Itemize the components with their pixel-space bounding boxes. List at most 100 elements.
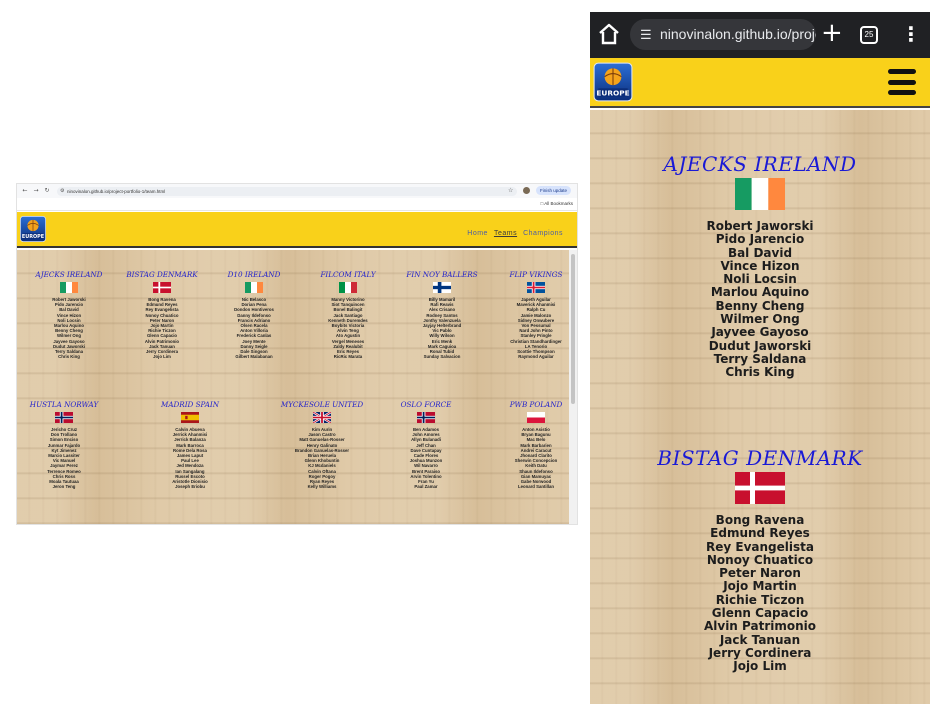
mobile-site-header: EUROPE xyxy=(590,58,930,108)
mobile-browser-toolbar: ☰ ninovinalon.github.io/projec + 25 ⋮ xyxy=(590,12,930,58)
team-name: AJECKS IRELAND xyxy=(663,152,857,176)
player-name: Vince Hizon xyxy=(720,258,800,273)
profile-avatar[interactable] xyxy=(523,187,530,194)
player-name: Robert Jaworski xyxy=(706,219,814,233)
player-name: Rey Evangelista xyxy=(706,539,814,554)
player-list: Robert Jaworski Pido Jarencio Bal David Vin… xyxy=(20,297,118,359)
hamburger-menu-icon[interactable] xyxy=(888,69,916,95)
logo-text: EUROPE xyxy=(22,234,44,240)
back-arrow-icon[interactable]: ← xyxy=(21,187,29,194)
finish-update-button[interactable]: Finish update xyxy=(536,186,572,195)
mobile-teams-list: AJECKS IRELAND Robert Jaworski Pido Jarenc… xyxy=(590,110,930,704)
denmark-flag-icon xyxy=(735,472,785,504)
desktop-address-bar[interactable]: ⚙ ninovinalon.github.io/project-portfoli… xyxy=(57,187,517,196)
player-name: Terry Saldana xyxy=(713,351,807,366)
player-list: Japeth Aguilar Maverick Ahanmisi Ralph Cu J… xyxy=(487,297,577,359)
player-name: Jerry Cordinera xyxy=(708,645,812,660)
player-name: RicRic Marata xyxy=(333,354,363,360)
team-card: MYCKESOLE UNITED Kim Aurin Jason Castro Mat… xyxy=(273,400,371,489)
desktop-scrollbar-thumb[interactable] xyxy=(571,254,575,404)
player-name: Alvin Patrimonio xyxy=(703,619,817,634)
team-card: FIN NOY BALLERS Billy Mamaril Rafi Reavis A… xyxy=(393,270,491,359)
ireland-flag-icon xyxy=(60,282,78,293)
iceland-flag-icon xyxy=(527,282,545,293)
mobile-address-bar[interactable]: ☰ ninovinalon.github.io/projec xyxy=(630,19,816,50)
desktop-browser-window: ← → ↻ ⚙ ninovinalon.github.io/project-po… xyxy=(16,183,578,525)
desktop-nav-menu: Home Teams Champions xyxy=(467,230,563,237)
team-card: FLIP VIKINGS Japeth Aguilar Maverick Ahanm… xyxy=(487,270,577,359)
player-name: Gilbert Malabanan xyxy=(235,354,273,360)
team-card: D10 IRELAND Nic Belasco Dorian Pena Dondon … xyxy=(205,270,303,359)
player-name: Nonoy Chuatico xyxy=(706,552,814,567)
hamburger-bar xyxy=(888,90,916,95)
mobile-url-text: ninovinalon.github.io/projec xyxy=(660,26,816,42)
player-name: Raymond Aguilar xyxy=(518,354,554,360)
team-name: FIN NOY BALLERS xyxy=(406,270,478,279)
nav-home-link[interactable]: Home xyxy=(467,230,488,237)
player-list: Ben Adamos John Amores Allyn Bulanadi Jeff … xyxy=(377,427,475,489)
poland-flag-icon xyxy=(527,412,545,423)
desktop-url-text: ninovinalon.github.io/project-portfolio-… xyxy=(67,189,166,194)
player-list: Bong Ravena Edmund Reyes Rey Evangelista No… xyxy=(113,297,211,359)
site-settings-icon[interactable]: ☰ xyxy=(640,19,652,50)
uk-flag-icon xyxy=(313,412,331,423)
player-name: Noli Locsin xyxy=(723,272,797,287)
player-name: Marlou Aquino xyxy=(710,285,810,300)
europe-logo[interactable]: EUROPE xyxy=(19,215,47,243)
site-info-icon[interactable]: ⚙ xyxy=(60,187,64,196)
all-bookmarks-link[interactable]: □ All Bookmarks xyxy=(541,201,574,206)
player-name: Dudut Jaworski xyxy=(708,338,812,353)
player-name: Peter Naron xyxy=(719,566,801,581)
player-name: Jeron Teng xyxy=(52,484,76,490)
mobile-browser: ☰ ninovinalon.github.io/projec + 25 ⋮ EU… xyxy=(590,12,930,704)
hamburger-bar xyxy=(888,69,916,74)
player-list: Anton Asistio Bryan Bagunu Mac Belo Mark Ba… xyxy=(487,427,577,489)
nav-teams-link[interactable]: Teams xyxy=(494,230,517,237)
home-icon[interactable] xyxy=(598,22,620,46)
team-name: D10 IRELAND xyxy=(227,270,281,279)
player-list: Manny Victorino Siot Tanquincen Bonel Bali… xyxy=(299,297,397,359)
team-card: AJECKS IRELAND Robert Jaworski Pido Jarenc… xyxy=(20,270,118,359)
europe-logo-mobile[interactable]: EUROPE xyxy=(592,60,634,104)
norway-flag-icon xyxy=(417,412,435,423)
team-card: FILCOM ITALY Manny Victorino Siot Tanquinc… xyxy=(299,270,397,359)
hamburger-bar xyxy=(888,79,916,85)
player-name: Joseph Eriobu xyxy=(175,484,205,490)
italy-flag-icon xyxy=(339,282,357,293)
logo-text-mobile: EUROPE xyxy=(596,89,629,98)
new-tab-plus-icon[interactable]: + xyxy=(821,18,843,48)
player-name: Sunday Salvacion xyxy=(423,354,461,360)
player-name: Jojo Martin xyxy=(723,579,797,594)
tab-switcher-button[interactable]: 25 xyxy=(860,26,878,44)
player-name: Jack Tanuan xyxy=(719,632,801,647)
mobile-team-section: AJECKS IRELAND Robert Jaworski Pido Jarenc… xyxy=(590,152,930,380)
ireland-flag-icon xyxy=(735,178,785,210)
finland-flag-icon xyxy=(433,282,451,293)
player-list: Kim Aurin Jason Castro Matt Ganuelas-Rosse… xyxy=(273,427,371,489)
desktop-site-header: EUROPE Home Teams Champions xyxy=(17,212,577,248)
bookmark-star-icon[interactable]: ☆ xyxy=(508,187,513,194)
player-name: Glenn Capacio xyxy=(711,606,809,621)
team-card: BISTAG DENMARK Bong Ravena Edmund Reyes Rey… xyxy=(113,270,211,359)
team-name: PWB POLAND xyxy=(509,400,563,409)
player-list: Nic Belasco Dorian Pena Dondon Hontiveros D… xyxy=(205,297,303,359)
team-name: FLIP VIKINGS xyxy=(509,270,563,279)
player-list: Billy Mamaril Rafi Reavis Alex Crisano Rodn… xyxy=(393,297,491,359)
team-card: PWB POLAND Anton Asistio Bryan Bagunu Mac B… xyxy=(487,400,577,489)
player-list: Jericho Cruz Don Trollano Simon Enciso Junm… xyxy=(17,427,113,489)
norway-flag-icon xyxy=(55,412,73,423)
player-name: Benny Cheng xyxy=(715,298,805,313)
forward-arrow-icon[interactable]: → xyxy=(32,187,40,194)
team-name: MADRID SPAIN xyxy=(160,400,220,409)
more-menu-icon[interactable]: ⋮ xyxy=(901,22,921,46)
player-name: Bal David xyxy=(727,245,793,260)
team-name: AJECKS IRELAND xyxy=(35,270,103,279)
ireland-flag-icon xyxy=(245,282,263,293)
player-name: Kelly Williams xyxy=(307,484,337,490)
desktop-scrollbar[interactable] xyxy=(569,250,577,524)
player-name: Bong Ravena xyxy=(715,513,805,527)
nav-champions-link[interactable]: Champions xyxy=(523,230,563,237)
denmark-flag-icon xyxy=(153,282,171,293)
team-name: MYCKESOLE UNITED xyxy=(280,400,364,409)
reload-icon[interactable]: ↻ xyxy=(43,187,51,194)
